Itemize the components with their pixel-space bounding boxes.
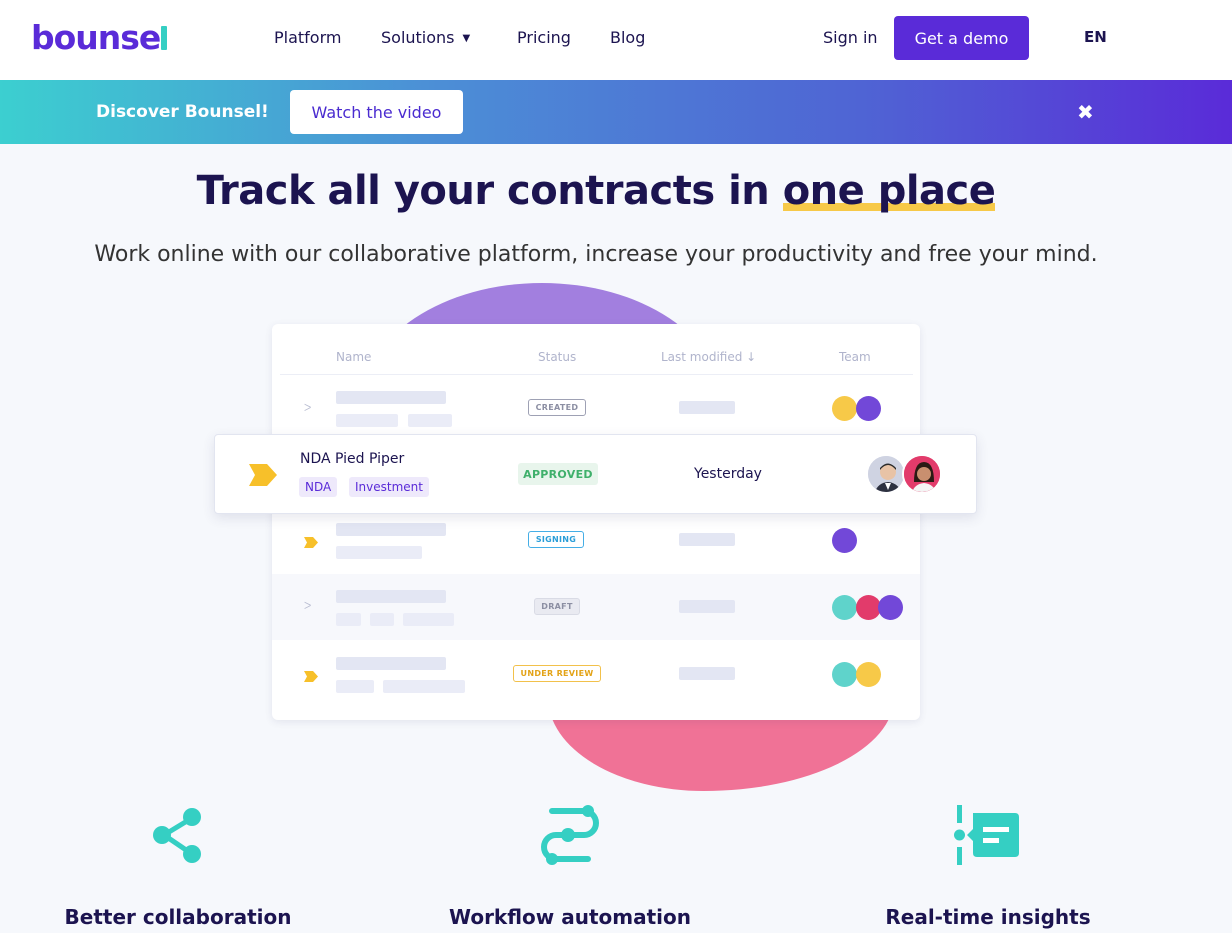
nav-solutions-dropdown[interactable]: Solutions ▼ xyxy=(381,28,470,47)
tag-placeholder xyxy=(408,414,452,427)
name-placeholder xyxy=(336,657,446,670)
feature-better-collaboration: Better collaboration xyxy=(48,805,308,929)
bounsel-logo[interactable]: bounse xyxy=(31,18,168,57)
language-selector[interactable]: EN xyxy=(1084,28,1107,46)
contract-tag: NDA xyxy=(299,477,338,497)
feature-real-time-insights: Real-time insights xyxy=(858,805,1118,929)
header-divider xyxy=(280,374,913,375)
tag-filled-icon xyxy=(304,671,318,682)
banner-text: Discover Bounsel! xyxy=(96,102,269,122)
feature-label: Better collaboration xyxy=(64,905,292,929)
watch-video-button[interactable]: Watch the video xyxy=(290,90,463,134)
tag-placeholder xyxy=(403,613,454,626)
tag-placeholder xyxy=(383,680,465,693)
name-placeholder xyxy=(336,523,446,536)
team-member-avatar xyxy=(866,454,906,494)
top-navbar: bounse Platform Solutions ▼ Pricing Blog … xyxy=(0,0,1232,80)
feature-label: Workflow automation xyxy=(448,905,692,929)
team-avatar-dot xyxy=(856,662,881,687)
feature-label: Real-time insights xyxy=(885,905,1091,929)
status-badge-signing: SIGNING xyxy=(528,531,584,548)
sign-in-link[interactable]: Sign in xyxy=(823,28,878,47)
status-badge-created: CREATED xyxy=(528,399,586,416)
column-header-team: Team xyxy=(839,350,871,364)
table-row: SIGNING xyxy=(272,508,920,574)
status-badge-draft: DRAFT xyxy=(534,598,580,615)
caret-down-icon: ▼ xyxy=(462,33,471,44)
column-header-name: Name xyxy=(336,350,372,364)
hero-subtitle: Work online with our collaborative platf… xyxy=(94,242,1098,267)
tag-placeholder xyxy=(370,613,394,626)
nav-platform-link[interactable]: Platform xyxy=(274,28,341,47)
contract-table-illustration: Name Status Last modified ↓ Team ᐳ CREAT… xyxy=(272,324,920,720)
hero-title: Track all your contracts in one place xyxy=(0,168,1192,214)
person-avatar-icon xyxy=(868,456,904,492)
contract-title: NDA Pied Piper xyxy=(300,451,405,467)
status-badge-approved: APPROVED xyxy=(518,463,598,485)
name-placeholder xyxy=(336,590,446,603)
team-avatar-dot xyxy=(832,662,857,687)
nav-pricing-link[interactable]: Pricing xyxy=(517,28,571,47)
share-icon xyxy=(153,808,201,863)
team-avatar-dot xyxy=(878,595,903,620)
hero-title-highlight: one place xyxy=(782,168,996,214)
tag-outline-icon: ᐳ xyxy=(304,601,312,612)
tag-placeholder xyxy=(336,680,374,693)
date-placeholder xyxy=(679,533,735,546)
nav-solutions-label: Solutions xyxy=(381,28,455,47)
table-row: UNDER REVIEW xyxy=(272,642,920,708)
date-placeholder xyxy=(679,401,735,414)
contract-tag: Investment xyxy=(349,477,429,497)
team-avatar-dot xyxy=(856,396,881,421)
table-row: ᐳ DRAFT xyxy=(272,574,920,640)
featured-contract-row[interactable]: NDA Pied Piper NDA Investment APPROVED Y… xyxy=(214,434,977,514)
tag-placeholder xyxy=(336,546,422,559)
column-header-status: Status xyxy=(538,350,577,364)
team-avatar-dot xyxy=(832,595,857,620)
insights-icon xyxy=(954,805,1019,865)
tag-filled-icon xyxy=(249,464,277,486)
tag-outline-icon: ᐳ xyxy=(304,403,312,414)
team-avatar-dot xyxy=(832,528,857,553)
column-header-last-modified: Last modified ↓ xyxy=(661,350,757,364)
tag-filled-icon xyxy=(304,537,318,548)
date-placeholder xyxy=(679,667,735,680)
table-row: ᐳ CREATED xyxy=(272,376,920,442)
logo-bar-mark xyxy=(161,26,168,50)
feature-workflow-automation: Workflow automation xyxy=(440,805,700,929)
team-avatar-dot xyxy=(832,396,857,421)
tag-placeholder xyxy=(336,414,398,427)
last-modified-value: Yesterday xyxy=(694,466,762,482)
close-banner-icon[interactable]: ✖ xyxy=(1077,100,1094,124)
promo-banner: Discover Bounsel! Watch the video ✖ xyxy=(0,80,1232,144)
team-member-avatar xyxy=(902,454,942,494)
get-demo-button[interactable]: Get a demo xyxy=(894,16,1029,60)
date-placeholder xyxy=(679,600,735,613)
status-badge-under-review: UNDER REVIEW xyxy=(513,665,601,682)
name-placeholder xyxy=(336,391,446,404)
hero-title-prefix: Track all your contracts in xyxy=(196,168,783,214)
tag-placeholder xyxy=(336,613,361,626)
nav-blog-link[interactable]: Blog xyxy=(610,28,645,47)
logo-wordmark: bounse xyxy=(31,18,161,57)
workflow-icon xyxy=(541,805,599,865)
person-avatar-icon xyxy=(904,456,940,492)
